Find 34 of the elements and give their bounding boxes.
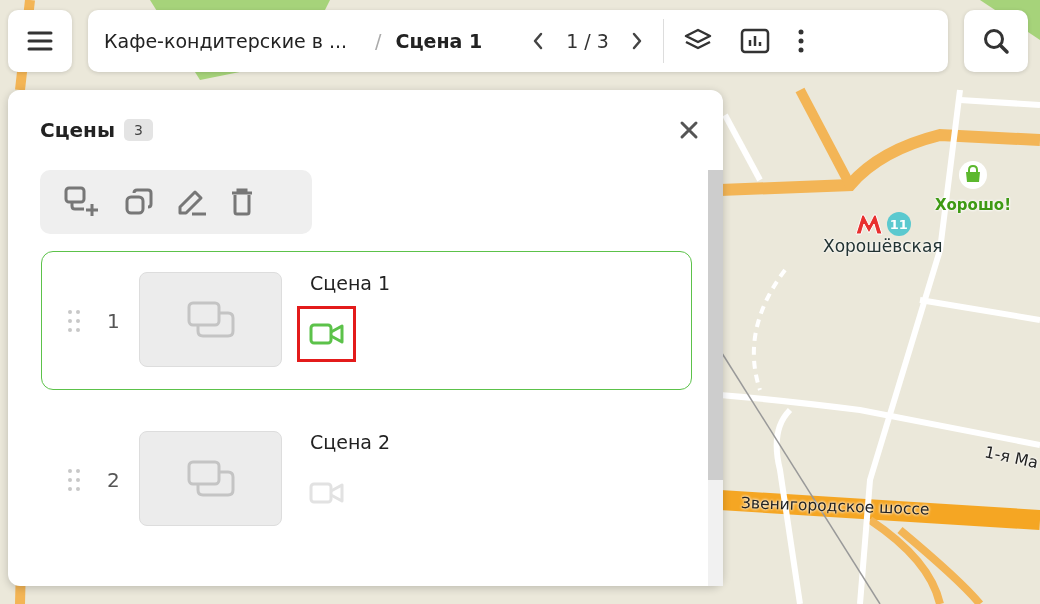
- panel-title: Сцены: [40, 118, 115, 142]
- scene-card[interactable]: 2 Сцена 2: [41, 410, 692, 549]
- more-vertical-icon: [797, 29, 804, 53]
- scene-counter: 1 / 3: [566, 30, 609, 52]
- metro-logo-icon: [854, 213, 883, 235]
- scene-title: Сцена 1: [310, 272, 391, 294]
- drag-handle-icon[interactable]: [67, 467, 81, 492]
- delete-button[interactable]: [230, 187, 254, 217]
- project-link[interactable]: Кафе-кондитерские в ...: [104, 30, 348, 52]
- slides-icon: [185, 458, 236, 499]
- scene-number: 1: [107, 308, 121, 333]
- scrollbar[interactable]: [708, 170, 723, 586]
- video-camera-icon[interactable]: [308, 322, 345, 346]
- menu-button[interactable]: [8, 10, 72, 72]
- search-button[interactable]: [964, 10, 1028, 72]
- menu-icon: [27, 31, 53, 51]
- trash-icon: [230, 187, 254, 217]
- close-icon: [679, 120, 699, 140]
- scene-title: Сцена 2: [310, 431, 391, 453]
- metro-station-label[interactable]: Хорошёвская: [823, 236, 943, 256]
- bar-chart-icon: [739, 28, 770, 54]
- chevron-left-icon: [532, 31, 545, 51]
- duplicate-button[interactable]: [124, 187, 154, 217]
- copy-icon: [124, 187, 154, 217]
- search-icon: [982, 27, 1010, 55]
- scene-card[interactable]: 1 Сцена 1: [41, 251, 692, 390]
- scene-number: 2: [107, 467, 121, 492]
- chevron-right-icon: [630, 31, 643, 51]
- drag-handle-icon[interactable]: [67, 308, 81, 333]
- breadcrumb-separator: /: [375, 30, 382, 52]
- scene-count: 3: [124, 119, 153, 141]
- slides-icon: [185, 299, 236, 340]
- current-scene-title: Сцена 1: [395, 30, 483, 52]
- street-label: 1-я Ма: [983, 442, 1040, 473]
